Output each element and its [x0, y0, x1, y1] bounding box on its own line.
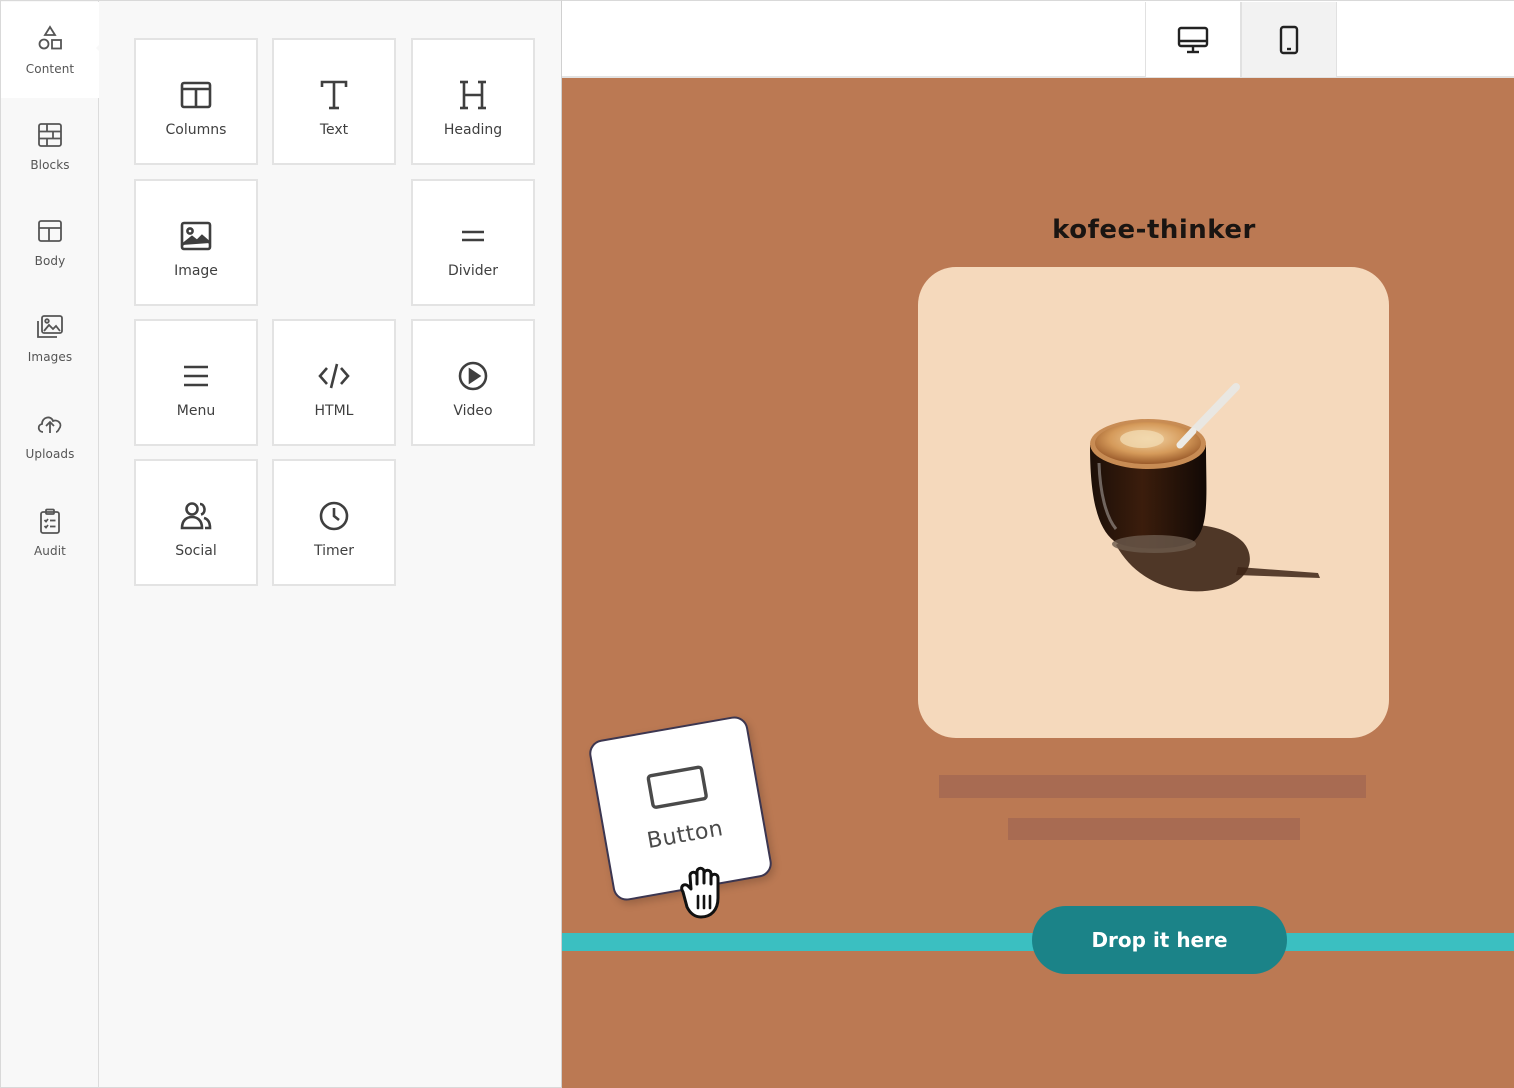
tool-label: Social — [175, 543, 217, 559]
images-icon — [37, 315, 63, 338]
cloud-upload-icon — [37, 416, 62, 433]
button-rect-icon — [646, 765, 708, 809]
text-placeholder-line — [1008, 818, 1300, 840]
brand-heading[interactable]: kofee-thinker — [919, 215, 1389, 245]
mobile-icon — [1279, 25, 1299, 54]
grab-hand-cursor-icon — [680, 866, 720, 919]
play-circle-icon — [458, 361, 488, 391]
text-placeholder-line — [939, 775, 1366, 798]
clock-icon — [319, 501, 349, 531]
dragged-tool-label: Button — [645, 816, 726, 855]
shapes-icon — [38, 25, 62, 50]
drop-target-pill[interactable]: Drop it here — [1032, 906, 1287, 974]
tool-columns[interactable]: Columns — [134, 38, 258, 165]
rail-item-content[interactable]: Content — [1, 2, 99, 98]
tool-label: Timer — [313, 543, 355, 559]
tool-video[interactable]: Video — [411, 319, 535, 446]
coffee-glass-photo — [1090, 383, 1320, 592]
rail-label: Images — [27, 350, 73, 364]
tool-timer[interactable]: Timer — [272, 459, 396, 586]
blocks-icon — [38, 123, 62, 147]
email-canvas: kofee-thinker Drop it here — [562, 78, 1514, 1088]
tool-label: Heading — [443, 122, 503, 138]
tool-label: Columns — [165, 122, 227, 138]
rail-label: Audit — [34, 544, 66, 558]
tool-html[interactable]: HTML — [272, 319, 396, 446]
mobile-preview-button[interactable] — [1241, 2, 1337, 77]
tool-text[interactable]: Text — [272, 38, 396, 165]
rail-item-audit[interactable]: Audit — [1, 484, 99, 580]
tool-social[interactable]: Social — [134, 459, 258, 586]
users-icon — [180, 502, 212, 530]
clipboard-check-icon — [40, 508, 60, 534]
body-layout-icon — [38, 220, 62, 242]
desktop-preview-button[interactable] — [1145, 2, 1241, 77]
rail-item-uploads[interactable]: Uploads — [1, 387, 99, 483]
heading-h-icon — [460, 80, 486, 110]
menu-icon — [184, 365, 208, 387]
tool-heading[interactable]: Heading — [411, 38, 535, 165]
content-tools-panel: Columns Text Heading Image Divider Menu … — [99, 0, 562, 1088]
divider-icon — [462, 230, 484, 242]
desktop-icon — [1177, 26, 1209, 53]
rail-label: Blocks — [30, 158, 70, 172]
product-image-card[interactable] — [918, 267, 1389, 738]
tool-label: Image — [174, 263, 218, 279]
rail-item-body[interactable]: Body — [1, 194, 99, 290]
tool-image[interactable]: Image — [134, 179, 258, 306]
tool-divider[interactable]: Divider — [411, 179, 535, 306]
tool-label: Video — [453, 403, 493, 419]
tool-label: Divider — [447, 263, 499, 279]
tool-label: Text — [319, 122, 349, 138]
columns-icon — [180, 81, 212, 109]
rail-item-blocks[interactable]: Blocks — [1, 98, 99, 194]
tool-menu[interactable]: Menu — [134, 319, 258, 446]
rail-item-images[interactable]: Images — [1, 290, 99, 386]
code-icon — [318, 363, 350, 389]
rail-label: Content — [25, 62, 75, 76]
rail-label: Body — [34, 254, 66, 268]
rail-label: Uploads — [25, 447, 75, 461]
canvas-toolbar — [562, 0, 1514, 78]
tool-label: HTML — [314, 403, 354, 419]
image-icon — [180, 221, 212, 251]
left-icon-rail: Content Blocks Body Images Uploads Audit — [0, 0, 99, 1088]
text-t-icon — [320, 80, 348, 110]
tool-label: Menu — [176, 403, 216, 419]
